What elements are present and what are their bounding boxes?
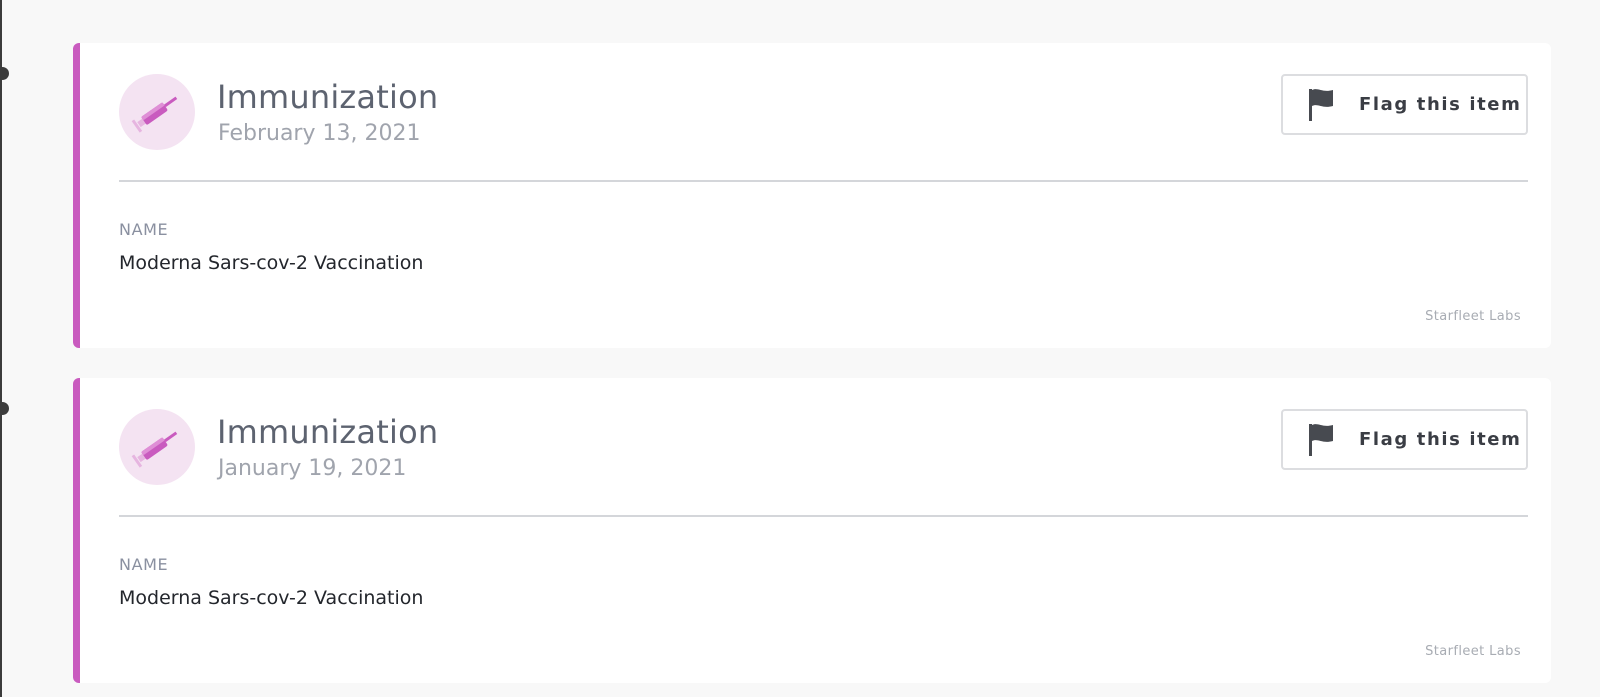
name-field-value: Moderna Sars-cov-2 Vaccination [119,252,424,274]
divider [119,515,1528,517]
flag-item-label: Flag this item [1359,94,1522,115]
flag-item-label: Flag this item [1359,429,1522,450]
timeline-dot [0,67,9,80]
name-field-label: NAME [119,220,169,239]
name-field-value: Moderna Sars-cov-2 Vaccination [119,587,424,609]
record-date: February 13, 2021 [218,121,421,146]
timeline-line [0,0,2,697]
record-card: Immunization February 13, 2021 Flag this… [73,43,1551,348]
timeline-page: Immunization February 13, 2021 Flag this… [0,0,1600,697]
divider [119,180,1528,182]
record-title: Immunization [217,413,439,451]
record-date: January 19, 2021 [218,456,407,481]
flag-icon [1307,423,1335,457]
timeline-dot [0,402,9,415]
syringe-icon [119,74,195,150]
syringe-icon [119,409,195,485]
flag-icon [1307,88,1335,122]
record-title: Immunization [217,78,439,116]
flag-item-button[interactable]: Flag this item [1281,74,1528,135]
flag-item-button[interactable]: Flag this item [1281,409,1528,470]
record-card: Immunization January 19, 2021 Flag this … [73,378,1551,683]
record-source: Starfleet Labs [1425,644,1521,659]
record-source: Starfleet Labs [1425,309,1521,324]
name-field-label: NAME [119,555,169,574]
